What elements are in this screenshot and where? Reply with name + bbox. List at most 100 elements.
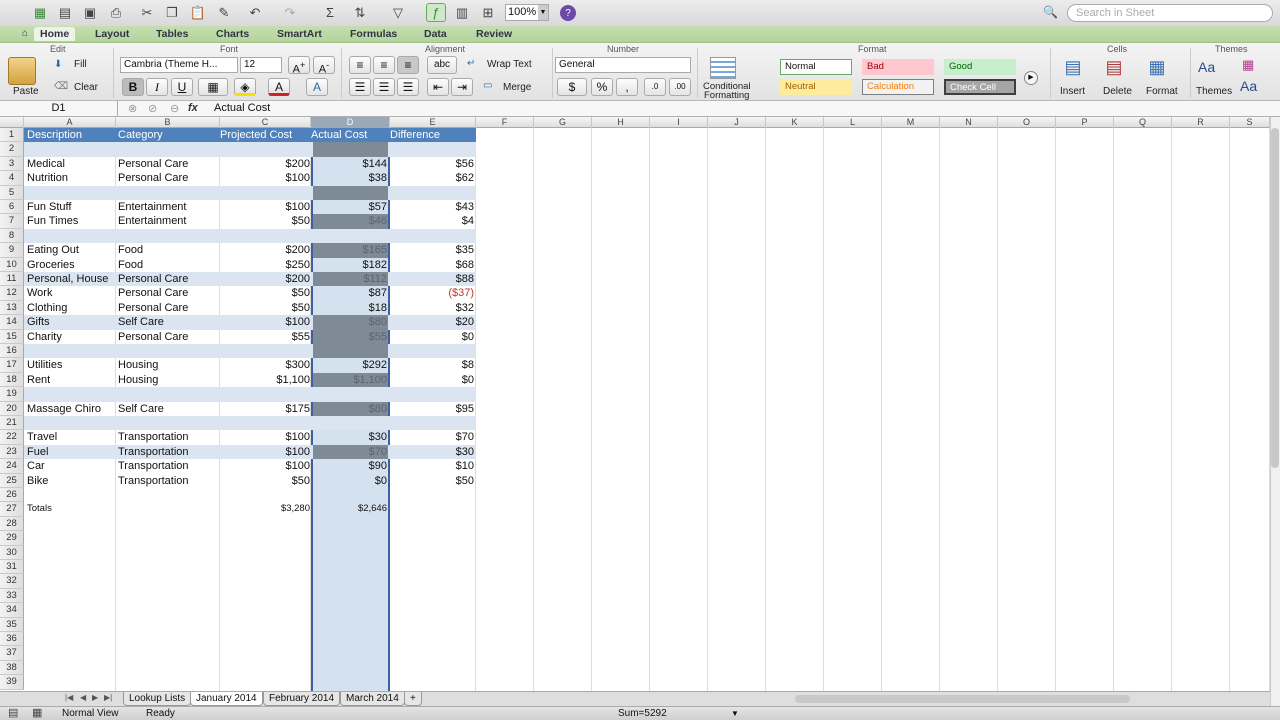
tab-review[interactable]: Review [476,27,512,41]
cell-e17[interactable]: $8 [390,358,474,372]
cell-e6[interactable]: $43 [390,200,474,214]
tab-home[interactable]: Home [34,27,76,41]
row-header-32[interactable]: 32 [0,574,24,589]
increase-decimal-icon[interactable]: .0 [644,78,666,96]
cell-b7[interactable]: Entertainment [118,214,218,228]
cell-e7[interactable]: $4 [390,214,474,228]
cell-d3[interactable]: $144 [311,157,387,171]
cell-b24[interactable]: Transportation [118,459,218,473]
row-header-30[interactable]: 30 [0,545,24,560]
row-header-5[interactable]: 5 [0,185,24,200]
column-header-a[interactable]: A [24,117,116,128]
column-header-i[interactable]: I [650,117,708,128]
cell-b9[interactable]: Food [118,243,218,257]
cell-e10[interactable]: $68 [390,258,474,272]
name-box[interactable]: D1 [0,101,118,117]
cell-e24[interactable]: $10 [390,459,474,473]
row-header-1[interactable]: 1 [0,128,24,143]
cell-a23[interactable]: Fuel [27,445,115,459]
bold-button[interactable]: B [122,78,144,96]
toolbox-icon[interactable]: ⊞ [478,3,498,22]
sort-icon[interactable]: ⇅ [350,3,370,22]
function-icon[interactable]: ƒ [426,3,446,22]
row-header-19[interactable]: 19 [0,387,24,402]
formula-input[interactable]: Actual Cost [214,102,270,114]
row-header-8[interactable]: 8 [0,228,24,244]
cell-e12[interactable]: ($37) [390,286,474,300]
cell-a3[interactable]: Medical [27,157,115,171]
formula-builder-icon[interactable]: ⊖ [170,102,179,115]
row-header-9[interactable]: 9 [0,243,24,258]
cell-a10[interactable]: Groceries [27,258,115,272]
row-header-23[interactable]: 23 [0,444,24,460]
format-button[interactable]: Format [1146,86,1178,97]
cell-a25[interactable]: Bike [27,474,115,488]
cell-e3[interactable]: $56 [390,157,474,171]
column-header-c[interactable]: C [220,117,311,128]
decrease-indent-icon[interactable]: ⇤ [427,78,449,96]
cell-d10[interactable]: $182 [311,258,387,272]
cell-c4[interactable]: $100 [220,171,310,185]
paste-icon[interactable]: 📋 [188,3,208,22]
header-cell-e[interactable]: Difference [390,128,474,142]
theme-fonts-icon[interactable]: Aa [1240,78,1257,94]
underline-button[interactable]: U [171,78,193,96]
align-top-icon[interactable]: ≡ [349,56,371,74]
merge-button[interactable]: Merge [503,82,531,93]
page-layout-view-icon[interactable]: ▦ [32,707,42,720]
themes-icon[interactable]: Aa [1198,59,1215,75]
cell-e15[interactable]: $0 [390,330,474,344]
cell-c12[interactable]: $50 [220,286,310,300]
cell-c24[interactable]: $100 [220,459,310,473]
cell-e11[interactable]: $88 [390,272,474,286]
clipboard-icon[interactable] [8,57,36,85]
column-header-s[interactable]: S [1230,117,1270,128]
cell-e23[interactable]: $30 [390,445,474,459]
row-header-29[interactable]: 29 [0,531,24,546]
row-header-21[interactable]: 21 [0,416,24,431]
cell-b18[interactable]: Housing [118,373,218,387]
column-header-h[interactable]: H [592,117,650,128]
delete-button[interactable]: Delete [1103,86,1132,97]
conditional-formatting-label-2[interactable]: Formatting [704,90,749,101]
row-header-26[interactable]: 26 [0,488,24,503]
chevron-down-icon[interactable]: ▼ [731,707,739,720]
increase-font-button[interactable]: A+ [288,56,310,76]
cell-c10[interactable]: $250 [220,258,310,272]
cell-e22[interactable]: $70 [390,430,474,444]
sum-label[interactable]: Sum=5292 [618,707,667,720]
number-format-select[interactable]: General [555,57,691,73]
first-sheet-icon[interactable]: |◀ [65,693,73,702]
cell-b4[interactable]: Personal Care [118,171,218,185]
wrap-text-button[interactable]: Wrap Text [487,59,532,70]
row-header-4[interactable]: 4 [0,171,24,186]
decrease-font-button[interactable]: A- [313,56,335,76]
fill-color-icon[interactable]: ◈ [234,78,256,96]
borders-icon[interactable]: ▦ [198,78,228,96]
row-header-34[interactable]: 34 [0,603,24,618]
cell-a15[interactable]: Charity [27,330,115,344]
zoom-select[interactable]: 100% ▼ [505,4,549,21]
cell-a11[interactable]: Personal, House [27,272,115,286]
cell-d4[interactable]: $38 [311,171,387,185]
sheet-tab-lookup-lists[interactable]: Lookup Lists [123,692,192,706]
percent-button[interactable]: % [591,78,613,96]
cell-c9[interactable]: $200 [220,243,310,257]
cell-a27[interactable]: Totals [27,502,115,516]
tab-charts[interactable]: Charts [216,27,249,41]
row-header-33[interactable]: 33 [0,588,24,604]
tab-smartart[interactable]: SmartArt [277,27,322,41]
column-header-o[interactable]: O [998,117,1056,128]
cell-c3[interactable]: $200 [220,157,310,171]
conditional-formatting-icon[interactable] [710,57,736,79]
themes-button[interactable]: Themes [1196,86,1232,97]
column-header-n[interactable]: N [940,117,998,128]
sheet-tab-february-2014[interactable]: February 2014 [263,692,341,706]
column-header-m[interactable]: M [882,117,940,128]
horizontal-scroll-thumb[interactable] [795,695,1130,703]
column-header-j[interactable]: J [708,117,766,128]
decrease-decimal-icon[interactable]: .00 [669,78,691,96]
cell-a14[interactable]: Gifts [27,315,115,329]
cell-c25[interactable]: $50 [220,474,310,488]
delete-cells-icon[interactable]: ▤ [1103,57,1125,79]
